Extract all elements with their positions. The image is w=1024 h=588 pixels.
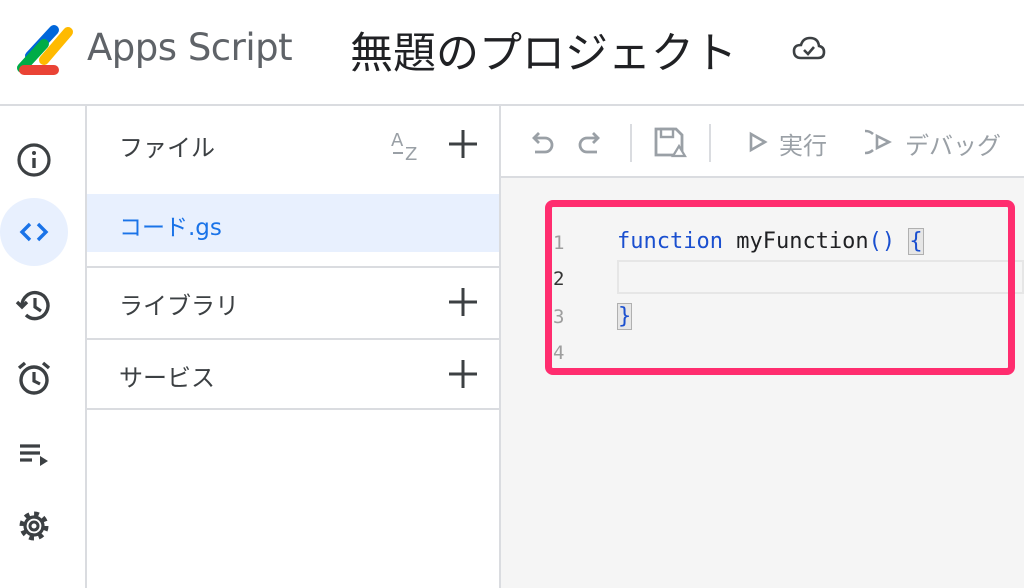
redo-icon[interactable] xyxy=(575,126,607,158)
triggers-nav-button[interactable] xyxy=(0,344,68,412)
add-file-button[interactable] xyxy=(447,128,479,160)
info-icon xyxy=(17,143,51,177)
undo-icon[interactable] xyxy=(525,126,557,158)
settings-nav-button[interactable] xyxy=(0,492,68,560)
svg-text:Z: Z xyxy=(405,144,417,165)
toolbar-divider xyxy=(709,124,711,162)
overview-nav-button[interactable] xyxy=(0,126,68,194)
cloud-saved-icon xyxy=(792,36,826,60)
left-nav-rail xyxy=(0,106,87,588)
file-item-code-gs[interactable]: コード.gs xyxy=(87,194,499,252)
apps-script-logo[interactable] xyxy=(14,22,78,78)
files-section-label: ファイル xyxy=(119,134,215,162)
divider xyxy=(87,338,499,340)
project-title[interactable]: 無題のプロジェクト xyxy=(350,19,737,81)
add-service-button[interactable] xyxy=(447,358,479,390)
editor-nav-button[interactable] xyxy=(0,198,68,266)
debug-button[interactable]: デバッグ xyxy=(905,126,1001,161)
app-name: Apps Script xyxy=(87,26,293,69)
services-section-label: サービス xyxy=(119,364,215,392)
executions-icon xyxy=(20,444,48,466)
executions-nav-button[interactable] xyxy=(0,420,68,488)
top-bar: Apps Script 無題のプロジェクト xyxy=(0,0,1024,106)
history-icon xyxy=(15,290,50,321)
file-name: コード.gs xyxy=(119,215,222,241)
annotation-highlight-box xyxy=(545,200,1015,375)
run-button[interactable]: 実行 xyxy=(779,126,827,161)
gear-icon xyxy=(19,511,49,541)
code-icon xyxy=(19,222,49,242)
save-icon[interactable] xyxy=(651,124,687,160)
alarm-icon xyxy=(17,361,51,395)
editor-toolbar: 実行 デバッグ xyxy=(501,106,1024,178)
debug-icon xyxy=(865,129,892,155)
run-icon xyxy=(749,131,768,153)
divider xyxy=(87,266,499,268)
toolbar-divider xyxy=(630,124,632,162)
svg-text:A: A xyxy=(391,130,404,151)
az-sort-icon[interactable]: A Z xyxy=(387,126,427,166)
add-library-button[interactable] xyxy=(447,286,479,318)
libraries-section-label: ライブラリ xyxy=(119,292,239,320)
files-panel: ファイル A Z コード.gs ライブラリ サービス xyxy=(87,106,501,588)
history-nav-button[interactable] xyxy=(0,272,68,340)
divider xyxy=(87,408,499,410)
